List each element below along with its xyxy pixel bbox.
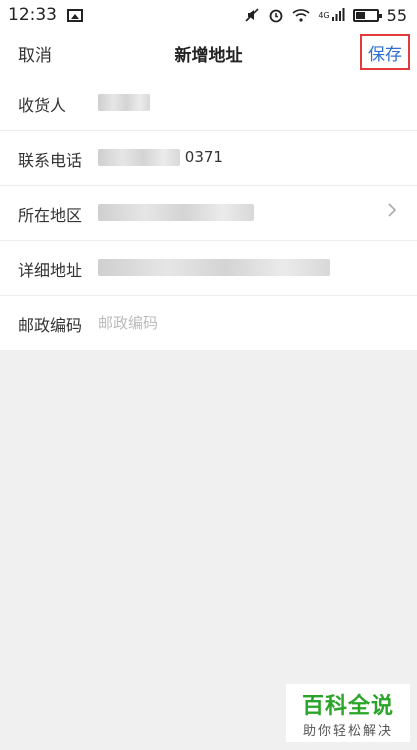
phone-label: 联系电话 [18, 151, 83, 170]
phone-value[interactable]: 0371 [98, 148, 223, 166]
watermark-title: 百科全说 [301, 694, 394, 719]
detail-address-label: 详细地址 [18, 261, 83, 280]
region-row[interactable]: 所在地区 [0, 186, 417, 241]
postcode-input[interactable] [96, 308, 390, 338]
status-time: 12:33 [8, 5, 57, 25]
network-type: 4G [318, 10, 330, 20]
battery-icon [352, 8, 382, 22]
page-title: 新增地址 [174, 46, 243, 66]
wifi-icon [292, 8, 310, 22]
mute-icon [244, 7, 260, 23]
chevron-right-icon [387, 202, 397, 223]
phone-visible-digits: 0371 [184, 148, 223, 166]
recipient-label: 收货人 [18, 96, 67, 115]
battery-fill [355, 11, 366, 19]
postcode-label: 邮政编码 [18, 316, 83, 335]
signal-icon: 4G [318, 8, 345, 22]
watermark-subtitle: 助你轻松解决 [302, 724, 393, 739]
region-value[interactable] [98, 203, 254, 221]
recipient-row[interactable]: 收货人 [0, 76, 417, 131]
save-button-label: 保存 [368, 44, 402, 65]
detail-address-row[interactable]: 详细地址 [0, 241, 417, 296]
redacted-blur [98, 204, 254, 221]
postcode-row[interactable]: 邮政编码 [0, 296, 417, 350]
recipient-value[interactable] [98, 93, 150, 111]
address-form: 收货人 联系电话 0371 所在地区 详细地址 邮政编码 [0, 76, 417, 350]
redacted-blur [98, 259, 330, 276]
region-label: 所在地区 [18, 206, 83, 225]
status-bar: 12:33 4G 55 [0, 0, 417, 30]
redacted-blur [98, 94, 150, 111]
gallery-icon [67, 8, 83, 22]
watermark-logo: 百科全说 助你轻松解决 [286, 684, 410, 742]
alarm-icon [268, 7, 284, 23]
phone-row[interactable]: 联系电话 0371 [0, 131, 417, 186]
save-button[interactable]: 保存 [360, 34, 410, 70]
nav-bar: 取消 新增地址 保存 [0, 30, 417, 77]
detail-address-value[interactable] [98, 258, 330, 276]
battery-percent: 55 [386, 5, 407, 25]
cancel-button[interactable]: 取消 [18, 41, 52, 66]
redacted-blur [98, 149, 180, 166]
status-icons: 4G 55 [244, 6, 407, 25]
